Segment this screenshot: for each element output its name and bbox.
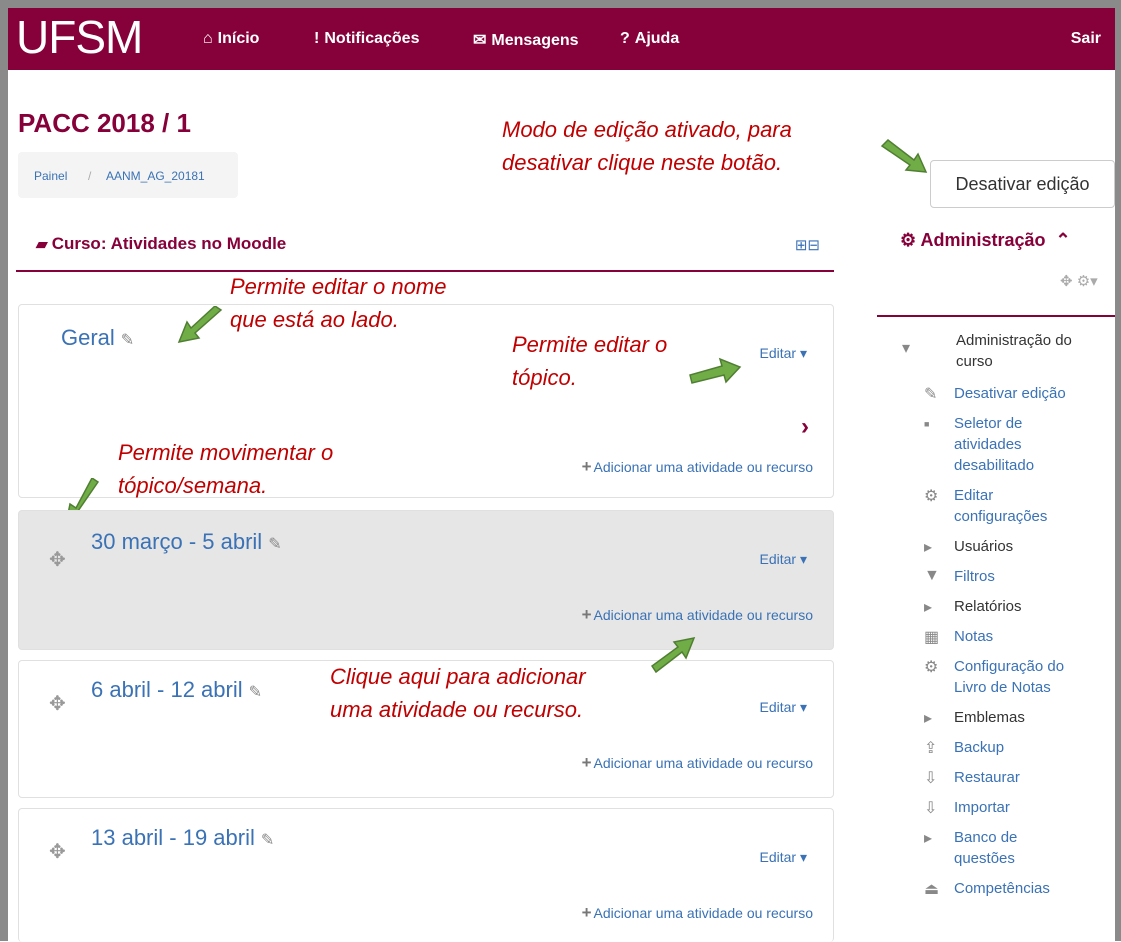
caret-down-icon[interactable]: ▾ [902, 338, 910, 358]
window-frame-right [1115, 0, 1121, 941]
add-activity-link[interactable]: + Adicionar uma atividade ou recurso [582, 903, 813, 923]
chevron-right-icon[interactable]: › [801, 413, 809, 441]
add-activity-link[interactable]: + Adicionar uma atividade ou recurso [582, 457, 813, 477]
annotation-edit-topic: Permite editar o tópico. [512, 332, 668, 390]
admin-item[interactable]: Editar configurações [954, 485, 1047, 527]
admin-item[interactable]: Backup [954, 737, 1004, 758]
annotation-arrow-icon [177, 306, 223, 344]
breadcrumb-course[interactable]: AANM_AG_20181 [106, 169, 205, 183]
nav-messages-label: Mensagens [491, 32, 579, 49]
plus-icon: + [581, 903, 592, 922]
disable-editing-button[interactable]: Desativar edição [930, 160, 1115, 208]
section-week-1: ✥ 30 março - 5 abril ✎ Editar ▾ + Adiciona… [18, 510, 834, 650]
admin-item[interactable]: Seletor de atividades desabilitado [954, 413, 1034, 476]
annotation-edit-name: Permite editar o nome que está ao lado. [230, 274, 447, 332]
logout-link[interactable]: Sair [1071, 30, 1101, 48]
nav-help-label: Ajuda [634, 30, 680, 47]
pencil-icon[interactable]: ✎ [268, 536, 281, 553]
nav-home-label: Início [217, 30, 260, 47]
admin-item[interactable]: Relatórios [954, 596, 1022, 617]
add-activity-link[interactable]: + Adicionar uma atividade ou recurso [582, 605, 813, 625]
home-icon: ⌂ [203, 30, 213, 47]
download-icon: ⇩ [924, 800, 938, 817]
section-edit-menu[interactable]: Editar ▾ [760, 345, 808, 362]
triangle-icon: ▸ [924, 830, 933, 847]
help-icon: ? [620, 30, 630, 47]
page-title: PACC 2018 / 1 [18, 108, 191, 138]
nav-help[interactable]: ? Ajuda [620, 30, 679, 48]
move-icon[interactable]: ✥ [49, 839, 66, 864]
gears-icon: ⚙ [900, 230, 921, 250]
pencil-icon[interactable]: ✎ [249, 684, 262, 701]
move-icon[interactable]: ✥ [49, 547, 66, 572]
section-title[interactable]: 6 abril - 12 abril ✎ [91, 677, 262, 703]
nav-messages[interactable]: ✉ Mensagens [473, 30, 579, 50]
book-icon: ▰ [36, 236, 52, 253]
admin-item[interactable]: Competências [954, 878, 1050, 899]
ufsm-logo[interactable]: UFSM [16, 10, 143, 64]
block-controls[interactable]: ✥ ⚙▾ [1060, 272, 1098, 290]
add-activity-link[interactable]: + Adicionar uma atividade ou recurso [582, 753, 813, 773]
plus-icon: + [581, 605, 592, 624]
table-icon: ▦ [924, 629, 940, 646]
administration-block-title[interactable]: ⚙ Administração ⌃ [900, 230, 1071, 251]
upload-icon: ⇪ [924, 740, 938, 757]
top-navbar: UFSM ⌂ Início ! Notificações ✉ Mensagens ? A… [8, 8, 1115, 70]
admin-item[interactable]: Importar [954, 797, 1010, 818]
section-title[interactable]: 13 abril - 19 abril ✎ [91, 825, 274, 851]
admin-item[interactable]: Banco de questões [954, 827, 1017, 869]
admin-item[interactable]: Usuários [954, 536, 1013, 557]
admin-item[interactable]: Emblemas [954, 707, 1025, 728]
course-title: ▰ Curso: Atividades no Moodle [36, 234, 287, 253]
section-edit-menu[interactable]: Editar ▾ [760, 849, 808, 866]
pencil-icon: ✎ [924, 386, 938, 403]
annotation-move-topic: Permite movimentar o tópico/semana. [118, 440, 334, 498]
gear-icon: ⚙ [924, 659, 939, 676]
breadcrumb: Painel / AANM_AG_20181 [18, 152, 238, 198]
nav-notifications[interactable]: ! Notificações [314, 30, 419, 48]
expand-collapse-icon[interactable]: ⊞⊟ [795, 236, 820, 254]
gear-icon: ⚙ [924, 488, 939, 505]
move-icon[interactable]: ✥ [49, 691, 66, 716]
mail-icon: ✉ [473, 32, 487, 49]
window-frame-top [0, 0, 1121, 8]
eject-icon: ⏏ [924, 881, 940, 898]
admin-item[interactable]: Notas [954, 626, 993, 647]
filter-icon: ▼ [924, 567, 940, 584]
pencil-icon[interactable]: ✎ [261, 832, 274, 849]
section-edit-menu[interactable]: Editar ▾ [760, 699, 808, 716]
annotation-arrow-icon [650, 636, 696, 674]
admin-item[interactable]: Filtros [954, 566, 995, 587]
annotation-add-activity: Clique aqui para adicionar uma atividade … [330, 664, 586, 722]
pencil-icon[interactable]: ✎ [121, 332, 134, 349]
admin-item[interactable]: Configuração do Livro de Notas [954, 656, 1064, 698]
breadcrumb-painel[interactable]: Painel [34, 169, 67, 183]
course-header: ▰ Curso: Atividades no Moodle ⊞⊟ [16, 228, 834, 272]
plus-icon: + [581, 457, 592, 476]
window-frame-left [0, 0, 8, 941]
admin-item[interactable]: Desativar edição [954, 383, 1066, 404]
notification-icon: ! [314, 30, 320, 47]
annotation-edit-mode: Modo de edição ativado, para desativar cl… [502, 117, 792, 175]
chevron-up-icon[interactable]: ⌃ [1056, 230, 1071, 250]
nav-home[interactable]: ⌂ Início [203, 30, 259, 48]
section-edit-menu[interactable]: Editar ▾ [760, 551, 808, 568]
annotation-arrow-icon [880, 139, 928, 173]
triangle-icon: ▸ [924, 710, 933, 727]
bullet-icon: ■ [924, 419, 930, 429]
breadcrumb-separator: / [88, 169, 92, 183]
plus-icon: + [581, 753, 592, 772]
nav-notifications-label: Notificações [324, 30, 420, 47]
admin-item[interactable]: Restaurar [954, 767, 1020, 788]
section-title[interactable]: 30 março - 5 abril ✎ [91, 529, 282, 555]
section-week-3: ✥ 13 abril - 19 abril ✎ Editar ▾ + Adicion… [18, 808, 834, 942]
admin-root[interactable]: Administração do curso [956, 330, 1072, 372]
triangle-icon: ▸ [924, 599, 933, 616]
annotation-arrow-icon [689, 357, 742, 384]
section-title[interactable]: Geral ✎ [61, 325, 134, 351]
sidebar-divider [877, 315, 1115, 317]
download-icon: ⇩ [924, 770, 938, 787]
triangle-icon: ▸ [924, 539, 933, 556]
